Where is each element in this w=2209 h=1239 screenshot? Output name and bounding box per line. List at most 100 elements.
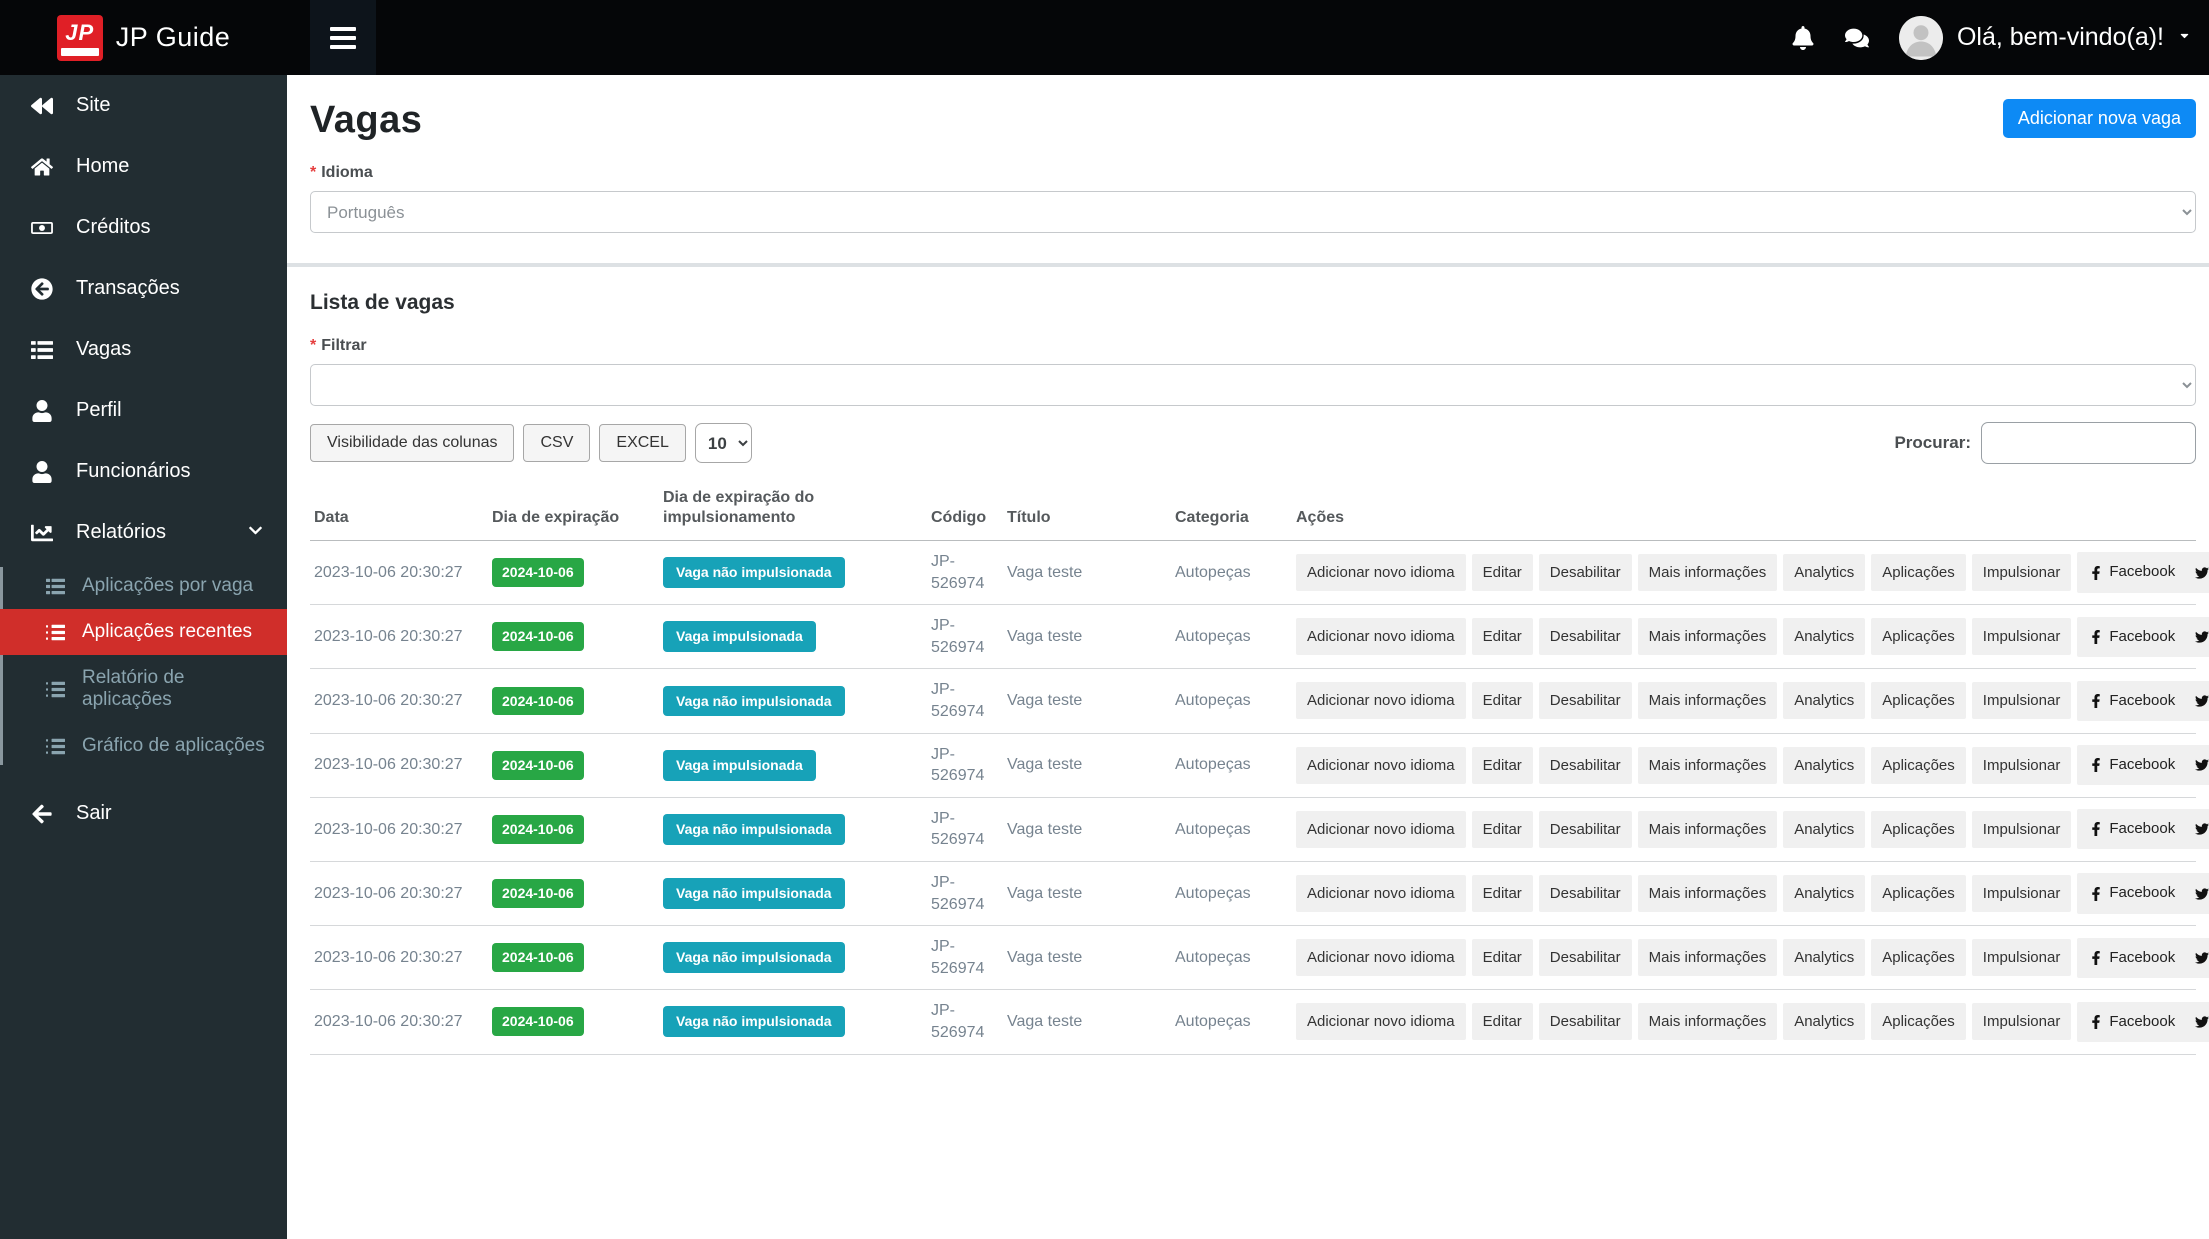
sidebar-toggle-button[interactable] (310, 0, 376, 75)
add-language-button[interactable]: Adicionar novo idioma (1296, 554, 1466, 592)
column-header-impulsionamento[interactable]: Dia de expiração do impulsionamento (659, 478, 927, 541)
filter-select[interactable] (310, 364, 2196, 406)
twitter-link[interactable]: Twitter (2195, 627, 2209, 647)
add-language-button[interactable]: Adicionar novo idioma (1296, 746, 1466, 784)
analytics-button[interactable]: Analytics (1783, 746, 1866, 784)
boost-button[interactable]: Impulsionar (1971, 810, 2072, 848)
more-info-button[interactable]: Mais informações (1637, 618, 1778, 656)
twitter-link[interactable]: Twitter (2195, 1012, 2209, 1032)
facebook-link[interactable]: Facebook (2089, 1012, 2175, 1032)
add-vaga-button[interactable]: Adicionar nova vaga (2002, 99, 2196, 138)
applications-button[interactable]: Aplicações (1871, 746, 1966, 784)
disable-button[interactable]: Desabilitar (1538, 1003, 1632, 1041)
twitter-link[interactable]: Twitter (2195, 883, 2209, 903)
analytics-button[interactable]: Analytics (1783, 939, 1866, 977)
analytics-button[interactable]: Analytics (1783, 554, 1866, 592)
applications-button[interactable]: Aplicações (1871, 554, 1966, 592)
facebook-link[interactable]: Facebook (2089, 883, 2175, 903)
applications-button[interactable]: Aplicações (1871, 939, 1966, 977)
sidebar-item-funcionarios[interactable]: Funcionários (0, 441, 287, 502)
sidebar-subitem-aplicacoes-recentes[interactable]: Aplicações recentes (0, 609, 287, 655)
csv-export-button[interactable]: CSV (523, 424, 591, 462)
add-language-button[interactable]: Adicionar novo idioma (1296, 939, 1466, 977)
twitter-link[interactable]: Twitter (2195, 819, 2209, 839)
boost-button[interactable]: Impulsionar (1971, 554, 2072, 592)
disable-button[interactable]: Desabilitar (1538, 939, 1632, 977)
sidebar-item-creditos[interactable]: Créditos (0, 197, 287, 258)
sidebar-subitem-grafico-de-aplicacoes[interactable]: Gráfico de aplicações (0, 723, 287, 769)
add-language-button[interactable]: Adicionar novo idioma (1296, 810, 1466, 848)
boost-button[interactable]: Impulsionar (1971, 746, 2072, 784)
add-language-button[interactable]: Adicionar novo idioma (1296, 618, 1466, 656)
add-language-button[interactable]: Adicionar novo idioma (1296, 875, 1466, 913)
analytics-button[interactable]: Analytics (1783, 682, 1866, 720)
twitter-link[interactable]: Twitter (2195, 562, 2209, 582)
disable-button[interactable]: Desabilitar (1538, 682, 1632, 720)
column-header-data[interactable]: Data (310, 478, 488, 541)
edit-button[interactable]: Editar (1471, 810, 1533, 848)
page-size-select[interactable]: 10 (694, 423, 752, 463)
boost-button[interactable]: Impulsionar (1971, 939, 2072, 977)
column-visibility-button[interactable]: Visibilidade das colunas (310, 424, 515, 462)
sidebar-subitem-relatorio-de-aplicacoes[interactable]: Relatório de aplicações (0, 655, 287, 723)
more-info-button[interactable]: Mais informações (1637, 875, 1778, 913)
more-info-button[interactable]: Mais informações (1637, 1003, 1778, 1041)
sidebar-subitem-aplicacoes-por-vaga[interactable]: Aplicações por vaga (0, 563, 287, 609)
edit-button[interactable]: Editar (1471, 618, 1533, 656)
more-info-button[interactable]: Mais informações (1637, 682, 1778, 720)
sidebar-item-relatorios[interactable]: Relatórios (0, 502, 287, 563)
user-menu[interactable]: Olá, bem-vindo(a)! (1898, 15, 2191, 60)
sidebar-item-sair[interactable]: Sair (0, 783, 287, 844)
sidebar-item-transacoes[interactable]: Transações (0, 258, 287, 319)
column-header-codigo[interactable]: Código (927, 478, 1003, 541)
messages-icon[interactable] (1844, 26, 1869, 50)
twitter-link[interactable]: Twitter (2195, 755, 2209, 775)
facebook-link[interactable]: Facebook (2089, 691, 2175, 711)
analytics-button[interactable]: Analytics (1783, 1003, 1866, 1041)
facebook-link[interactable]: Facebook (2089, 755, 2175, 775)
disable-button[interactable]: Desabilitar (1538, 618, 1632, 656)
edit-button[interactable]: Editar (1471, 746, 1533, 784)
applications-button[interactable]: Aplicações (1871, 1003, 1966, 1041)
analytics-button[interactable]: Analytics (1783, 618, 1866, 656)
boost-button[interactable]: Impulsionar (1971, 682, 2072, 720)
applications-button[interactable]: Aplicações (1871, 875, 1966, 913)
boost-button[interactable]: Impulsionar (1971, 1003, 2072, 1041)
more-info-button[interactable]: Mais informações (1637, 810, 1778, 848)
applications-button[interactable]: Aplicações (1871, 618, 1966, 656)
more-info-button[interactable]: Mais informações (1637, 939, 1778, 977)
disable-button[interactable]: Desabilitar (1538, 875, 1632, 913)
edit-button[interactable]: Editar (1471, 682, 1533, 720)
edit-button[interactable]: Editar (1471, 554, 1533, 592)
more-info-button[interactable]: Mais informações (1637, 746, 1778, 784)
column-header-categoria[interactable]: Categoria (1171, 478, 1292, 541)
notifications-bell-icon[interactable] (1791, 25, 1815, 50)
column-header-titulo[interactable]: Título (1003, 478, 1171, 541)
facebook-link[interactable]: Facebook (2089, 627, 2175, 647)
twitter-link[interactable]: Twitter (2195, 691, 2209, 711)
disable-button[interactable]: Desabilitar (1538, 746, 1632, 784)
facebook-link[interactable]: Facebook (2089, 948, 2175, 968)
add-language-button[interactable]: Adicionar novo idioma (1296, 1003, 1466, 1041)
applications-button[interactable]: Aplicações (1871, 682, 1966, 720)
sidebar-item-vagas[interactable]: Vagas (0, 319, 287, 380)
boost-button[interactable]: Impulsionar (1971, 618, 2072, 656)
edit-button[interactable]: Editar (1471, 875, 1533, 913)
more-info-button[interactable]: Mais informações (1637, 554, 1778, 592)
sidebar-item-home[interactable]: Home (0, 136, 287, 197)
column-header-expiracao[interactable]: Dia de expiração (488, 478, 659, 541)
edit-button[interactable]: Editar (1471, 939, 1533, 977)
idioma-select[interactable]: Português (310, 191, 2196, 233)
sidebar-item-site[interactable]: Site (0, 75, 287, 136)
boost-button[interactable]: Impulsionar (1971, 875, 2072, 913)
disable-button[interactable]: Desabilitar (1538, 810, 1632, 848)
add-language-button[interactable]: Adicionar novo idioma (1296, 682, 1466, 720)
analytics-button[interactable]: Analytics (1783, 875, 1866, 913)
excel-export-button[interactable]: EXCEL (599, 424, 686, 462)
twitter-link[interactable]: Twitter (2195, 948, 2209, 968)
brand[interactable]: JP JP Guide (0, 0, 287, 75)
analytics-button[interactable]: Analytics (1783, 810, 1866, 848)
applications-button[interactable]: Aplicações (1871, 810, 1966, 848)
sidebar-item-perfil[interactable]: Perfil (0, 380, 287, 441)
edit-button[interactable]: Editar (1471, 1003, 1533, 1041)
